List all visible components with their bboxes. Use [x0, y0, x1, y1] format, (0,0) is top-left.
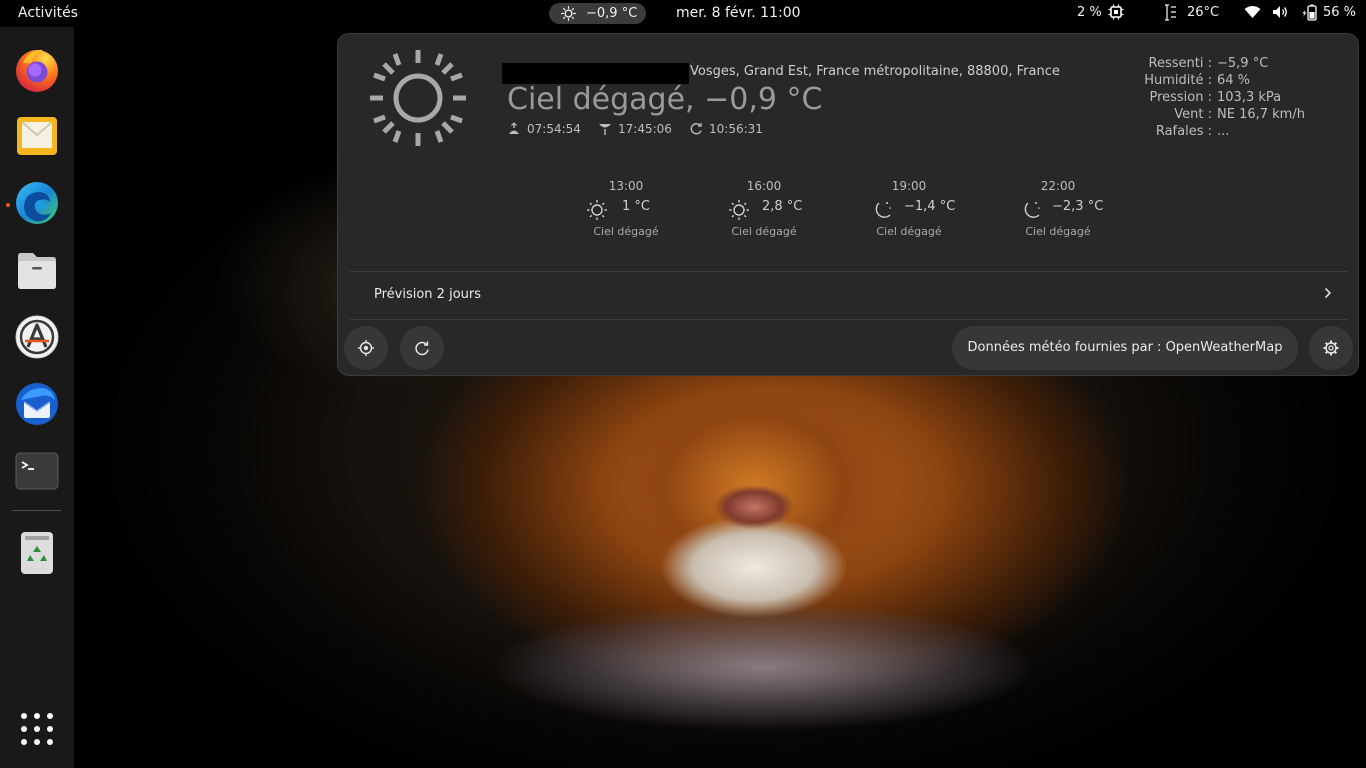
hourly-forecast-item: 13:00 1 °C Ciel dégagé: [566, 179, 686, 238]
hourly-forecast-item: 22:00 −2,3 °C Ciel dégagé: [998, 179, 1118, 238]
weather-indicator[interactable]: −0,9 °C: [549, 3, 646, 24]
location-target-icon: [358, 340, 374, 356]
redacted-location-block: [502, 63, 689, 84]
mail-icon[interactable]: [13, 112, 61, 160]
hourly-time: 19:00: [891, 179, 927, 193]
running-indicator: [6, 203, 10, 207]
edge-icon[interactable]: [13, 179, 61, 227]
hourly-forecast-item: 16:00 2,8 °C Ciel dégagé: [704, 179, 824, 238]
hourly-time: 16:00: [746, 179, 782, 193]
battery-percentage[interactable]: 56 %: [1323, 5, 1356, 20]
refresh-icon: [415, 341, 429, 356]
refresh-button[interactable]: [400, 326, 444, 370]
hourly-temp: −1,4 °C: [904, 199, 956, 214]
location-text: Vosges, Grand Est, France métropolitaine…: [690, 64, 1060, 79]
top-bar: Activités −0,9 °C mer. 8 févr. 11:00 2 %: [0, 0, 1366, 27]
chevron-right-icon: [1324, 287, 1332, 299]
volume-icon[interactable]: [1272, 5, 1288, 19]
hourly-temp: 1 °C: [622, 199, 650, 214]
thunderbird-icon[interactable]: [13, 380, 61, 428]
hourly-description: Ciel dégagé: [593, 225, 659, 238]
hourly-forecast-item: 19:00 −1,4 °C Ciel dégagé: [849, 179, 969, 238]
hourly-description: Ciel dégagé: [876, 225, 942, 238]
dock: [0, 27, 74, 768]
divider: [350, 319, 1348, 320]
hourly-time: 13:00: [608, 179, 644, 193]
forecast-label: Prévision 2 jours: [374, 287, 482, 302]
refresh-icon: [690, 123, 702, 135]
cpu-icon[interactable]: [1108, 4, 1124, 20]
sun-icon: [370, 50, 466, 146]
tiger-face: [634, 397, 954, 647]
cpu-usage[interactable]: 2 %: [1077, 5, 1102, 20]
weather-popup: Vosges, Grand Est, France métropolitaine…: [337, 33, 1359, 376]
clock[interactable]: mer. 8 févr. 11:00: [676, 5, 801, 21]
trash-icon[interactable]: [13, 528, 61, 576]
locations-button[interactable]: [344, 326, 388, 370]
sunset-icon: [599, 124, 611, 135]
weather-indicator-temp: −0,9 °C: [586, 6, 638, 21]
activities-button[interactable]: Activités: [18, 5, 78, 21]
gear-icon: [1323, 340, 1339, 356]
current-summary: Ciel dégagé, −0,9 °C: [507, 82, 823, 117]
hourly-description: Ciel dégagé: [731, 225, 797, 238]
files-icon[interactable]: [13, 246, 61, 294]
dock-separator: [12, 510, 61, 511]
temperature-value[interactable]: 26°C: [1187, 5, 1219, 20]
moon-stars-icon: [1024, 202, 1040, 218]
last-update-time: 10:56:31: [709, 122, 763, 136]
software-center-icon[interactable]: [13, 313, 61, 361]
moon-stars-icon: [875, 202, 891, 218]
settings-button[interactable]: [1309, 326, 1353, 370]
sun-icon: [587, 200, 607, 220]
hourly-temp: −2,3 °C: [1052, 199, 1104, 214]
terminal-icon[interactable]: [13, 447, 61, 495]
sun-icon: [729, 200, 749, 220]
two-day-forecast-expander[interactable]: Prévision 2 jours: [350, 272, 1348, 320]
data-provider-credit-button[interactable]: Données météo fournies par : OpenWeather…: [952, 326, 1298, 370]
wifi-icon[interactable]: [1244, 5, 1261, 19]
sunrise-icon: [509, 122, 519, 134]
firefox-icon[interactable]: [13, 45, 61, 93]
sun-icon: [561, 6, 576, 21]
hourly-description: Ciel dégagé: [1025, 225, 1091, 238]
battery-charging-icon[interactable]: [1301, 4, 1319, 21]
show-applications-button[interactable]: [21, 713, 53, 745]
hourly-time: 22:00: [1040, 179, 1076, 193]
sunset-time: 17:45:06: [618, 122, 672, 136]
thermometer-icon[interactable]: [1164, 4, 1178, 21]
sunrise-time: 07:54:54: [527, 122, 581, 136]
hourly-temp: 2,8 °C: [762, 199, 803, 214]
